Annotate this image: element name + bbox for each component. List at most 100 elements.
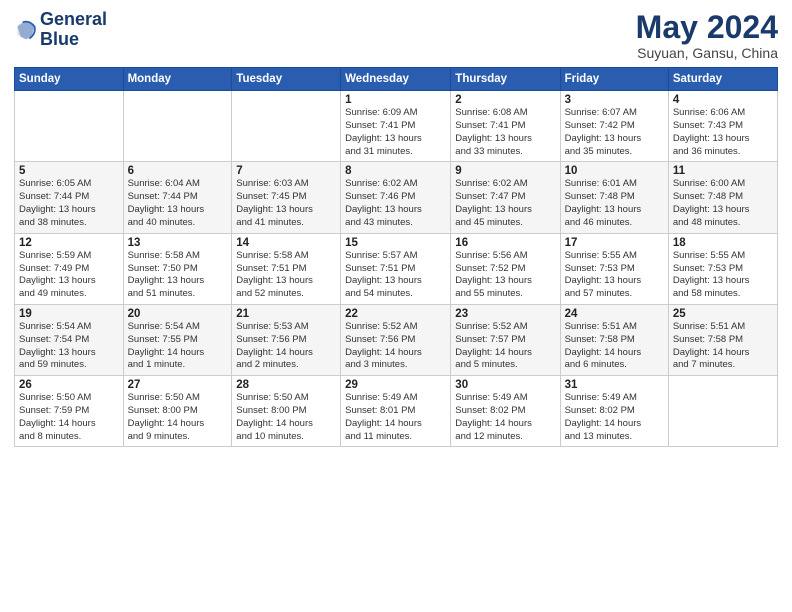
calendar-cell: 12Sunrise: 5:59 AM Sunset: 7:49 PM Dayli… [15,233,124,304]
calendar-cell: 8Sunrise: 6:02 AM Sunset: 7:46 PM Daylig… [341,162,451,233]
month-title: May 2024 [636,10,778,45]
day-info: Sunrise: 6:05 AM Sunset: 7:44 PM Dayligh… [19,178,119,229]
logo-icon [14,18,38,42]
title-block: May 2024 Suyuan, Gansu, China [636,10,778,61]
day-info: Sunrise: 5:51 AM Sunset: 7:58 PM Dayligh… [673,321,773,372]
day-info: Sunrise: 5:49 AM Sunset: 8:02 PM Dayligh… [565,392,664,443]
day-number: 27 [128,379,228,391]
day-info: Sunrise: 5:54 AM Sunset: 7:55 PM Dayligh… [128,321,228,372]
calendar-cell [232,91,341,162]
day-info: Sunrise: 5:59 AM Sunset: 7:49 PM Dayligh… [19,250,119,301]
day-number: 26 [19,379,119,391]
day-number: 5 [19,165,119,177]
logo-line2: Blue [40,30,107,50]
calendar-cell: 22Sunrise: 5:52 AM Sunset: 7:56 PM Dayli… [341,304,451,375]
day-info: Sunrise: 6:07 AM Sunset: 7:42 PM Dayligh… [565,107,664,158]
calendar-cell: 24Sunrise: 5:51 AM Sunset: 7:58 PM Dayli… [560,304,668,375]
calendar-cell: 30Sunrise: 5:49 AM Sunset: 8:02 PM Dayli… [451,376,560,447]
calendar-cell: 13Sunrise: 5:58 AM Sunset: 7:50 PM Dayli… [123,233,232,304]
calendar-cell: 6Sunrise: 6:04 AM Sunset: 7:44 PM Daylig… [123,162,232,233]
day-number: 19 [19,308,119,320]
col-sunday: Sunday [15,68,124,91]
day-number: 31 [565,379,664,391]
calendar-cell: 2Sunrise: 6:08 AM Sunset: 7:41 PM Daylig… [451,91,560,162]
day-info: Sunrise: 5:50 AM Sunset: 8:00 PM Dayligh… [236,392,336,443]
calendar-cell: 14Sunrise: 5:58 AM Sunset: 7:51 PM Dayli… [232,233,341,304]
calendar-cell [668,376,777,447]
calendar-cell: 3Sunrise: 6:07 AM Sunset: 7:42 PM Daylig… [560,91,668,162]
day-number: 30 [455,379,555,391]
day-info: Sunrise: 6:03 AM Sunset: 7:45 PM Dayligh… [236,178,336,229]
day-info: Sunrise: 6:02 AM Sunset: 7:47 PM Dayligh… [455,178,555,229]
day-info: Sunrise: 5:50 AM Sunset: 7:59 PM Dayligh… [19,392,119,443]
day-info: Sunrise: 6:09 AM Sunset: 7:41 PM Dayligh… [345,107,446,158]
day-info: Sunrise: 6:00 AM Sunset: 7:48 PM Dayligh… [673,178,773,229]
day-number: 7 [236,165,336,177]
calendar-cell [15,91,124,162]
calendar-cell: 1Sunrise: 6:09 AM Sunset: 7:41 PM Daylig… [341,91,451,162]
day-number: 16 [455,237,555,249]
day-number: 8 [345,165,446,177]
day-info: Sunrise: 5:52 AM Sunset: 7:57 PM Dayligh… [455,321,555,372]
day-info: Sunrise: 5:49 AM Sunset: 8:02 PM Dayligh… [455,392,555,443]
calendar-week-5: 26Sunrise: 5:50 AM Sunset: 7:59 PM Dayli… [15,376,778,447]
calendar-cell [123,91,232,162]
day-info: Sunrise: 6:01 AM Sunset: 7:48 PM Dayligh… [565,178,664,229]
col-tuesday: Tuesday [232,68,341,91]
col-saturday: Saturday [668,68,777,91]
day-number: 15 [345,237,446,249]
logo-line1: General [40,10,107,30]
day-number: 11 [673,165,773,177]
day-number: 14 [236,237,336,249]
location: Suyuan, Gansu, China [636,45,778,61]
calendar-cell: 11Sunrise: 6:00 AM Sunset: 7:48 PM Dayli… [668,162,777,233]
col-wednesday: Wednesday [341,68,451,91]
day-info: Sunrise: 5:58 AM Sunset: 7:51 PM Dayligh… [236,250,336,301]
calendar-cell: 17Sunrise: 5:55 AM Sunset: 7:53 PM Dayli… [560,233,668,304]
day-info: Sunrise: 5:53 AM Sunset: 7:56 PM Dayligh… [236,321,336,372]
day-number: 3 [565,94,664,106]
logo: General Blue [14,10,107,50]
day-number: 20 [128,308,228,320]
calendar-cell: 29Sunrise: 5:49 AM Sunset: 8:01 PM Dayli… [341,376,451,447]
calendar-cell: 27Sunrise: 5:50 AM Sunset: 8:00 PM Dayli… [123,376,232,447]
day-info: Sunrise: 5:50 AM Sunset: 8:00 PM Dayligh… [128,392,228,443]
day-number: 28 [236,379,336,391]
header-row: Sunday Monday Tuesday Wednesday Thursday… [15,68,778,91]
day-info: Sunrise: 5:55 AM Sunset: 7:53 PM Dayligh… [565,250,664,301]
calendar-week-2: 5Sunrise: 6:05 AM Sunset: 7:44 PM Daylig… [15,162,778,233]
calendar-cell: 20Sunrise: 5:54 AM Sunset: 7:55 PM Dayli… [123,304,232,375]
day-info: Sunrise: 5:54 AM Sunset: 7:54 PM Dayligh… [19,321,119,372]
day-number: 13 [128,237,228,249]
calendar-week-3: 12Sunrise: 5:59 AM Sunset: 7:49 PM Dayli… [15,233,778,304]
day-info: Sunrise: 5:49 AM Sunset: 8:01 PM Dayligh… [345,392,446,443]
calendar-week-1: 1Sunrise: 6:09 AM Sunset: 7:41 PM Daylig… [15,91,778,162]
col-monday: Monday [123,68,232,91]
day-number: 22 [345,308,446,320]
calendar-table: Sunday Monday Tuesday Wednesday Thursday… [14,67,778,447]
calendar-cell: 10Sunrise: 6:01 AM Sunset: 7:48 PM Dayli… [560,162,668,233]
day-info: Sunrise: 6:04 AM Sunset: 7:44 PM Dayligh… [128,178,228,229]
calendar-week-4: 19Sunrise: 5:54 AM Sunset: 7:54 PM Dayli… [15,304,778,375]
calendar-cell: 7Sunrise: 6:03 AM Sunset: 7:45 PM Daylig… [232,162,341,233]
calendar-cell: 9Sunrise: 6:02 AM Sunset: 7:47 PM Daylig… [451,162,560,233]
calendar-cell: 31Sunrise: 5:49 AM Sunset: 8:02 PM Dayli… [560,376,668,447]
day-number: 2 [455,94,555,106]
col-friday: Friday [560,68,668,91]
day-info: Sunrise: 6:08 AM Sunset: 7:41 PM Dayligh… [455,107,555,158]
day-number: 9 [455,165,555,177]
day-number: 24 [565,308,664,320]
calendar-cell: 28Sunrise: 5:50 AM Sunset: 8:00 PM Dayli… [232,376,341,447]
col-thursday: Thursday [451,68,560,91]
day-info: Sunrise: 5:52 AM Sunset: 7:56 PM Dayligh… [345,321,446,372]
day-number: 25 [673,308,773,320]
header: General Blue May 2024 Suyuan, Gansu, Chi… [14,10,778,61]
day-info: Sunrise: 6:02 AM Sunset: 7:46 PM Dayligh… [345,178,446,229]
day-info: Sunrise: 5:55 AM Sunset: 7:53 PM Dayligh… [673,250,773,301]
day-number: 6 [128,165,228,177]
day-info: Sunrise: 5:56 AM Sunset: 7:52 PM Dayligh… [455,250,555,301]
day-number: 12 [19,237,119,249]
day-number: 21 [236,308,336,320]
day-info: Sunrise: 5:51 AM Sunset: 7:58 PM Dayligh… [565,321,664,372]
day-info: Sunrise: 5:58 AM Sunset: 7:50 PM Dayligh… [128,250,228,301]
